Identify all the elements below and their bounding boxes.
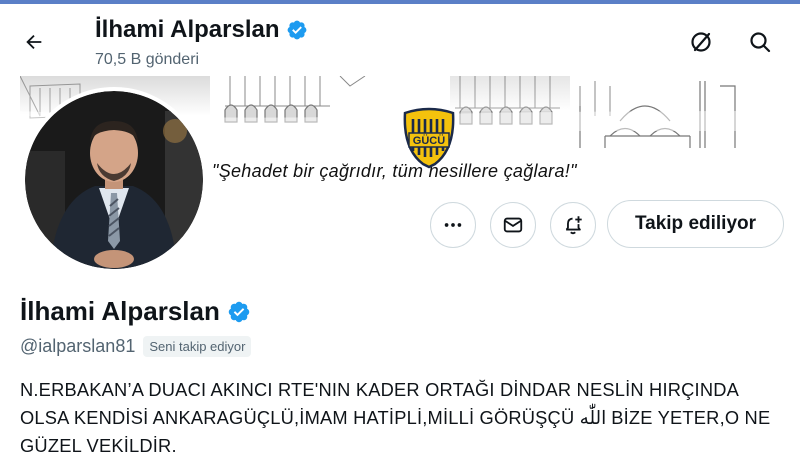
search-icon [750,32,771,53]
message-button[interactable] [490,202,536,248]
translate-toggle-button[interactable] [684,25,718,59]
follows-you-badge: Seni takip ediyor [143,336,252,357]
notifications-button[interactable] [550,202,596,248]
back-button[interactable] [16,24,52,60]
bell-plus-icon [565,216,582,235]
more-horizontal-icon [444,223,462,227]
profile-name: İlhami Alparslan [20,296,251,327]
mail-icon [503,217,523,233]
following-button[interactable]: Takip ediliyor [607,200,784,248]
avatar[interactable] [25,91,203,269]
circle-slash-icon [691,32,711,52]
handle-row: @ialparslan81 Seni takip ediyor [20,336,252,357]
header-title: İlhami Alparslan [95,16,308,44]
profile-name-text: İlhami Alparslan [20,296,220,326]
verified-badge-icon [228,301,250,322]
profile-handle: @ialparslan81 [20,336,136,356]
banner-quote: "Şehadet bir çağrıdır, tüm nesillere çağ… [212,161,577,181]
profile-bio: N.ERBAKAN’A DUACI AKINCI RTE'NIN KADER O… [20,379,771,456]
profile-header: İlhami Alparslan 70,5 B gönderi [0,4,800,76]
verified-badge-icon [287,20,306,40]
post-count: 70,5 B gönderi [95,51,200,68]
more-options-button[interactable] [430,202,476,248]
header-name: İlhami Alparslan [95,16,280,43]
arrow-left-icon [26,34,42,50]
search-button[interactable] [743,25,777,59]
profile-photo [25,91,203,269]
club-logo-text: GÜCÜ [413,134,445,147]
